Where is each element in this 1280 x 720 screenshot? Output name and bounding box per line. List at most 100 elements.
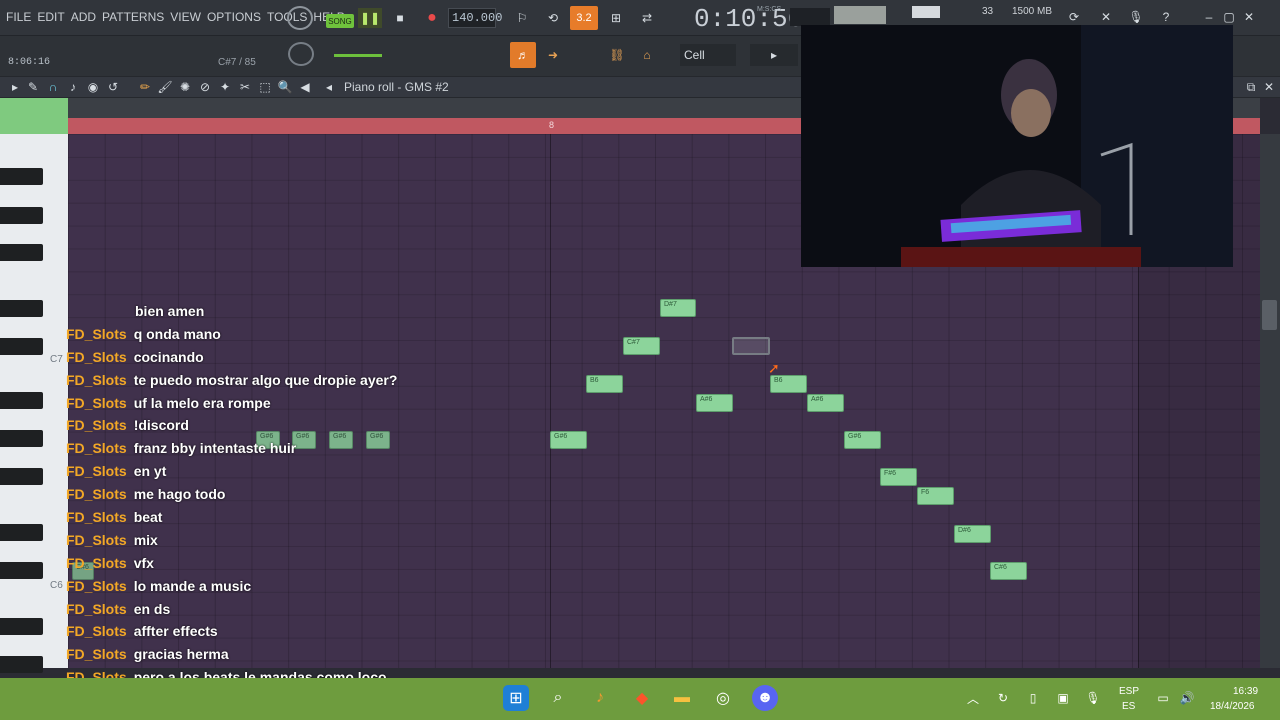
piano-keyboard[interactable]: C7 C6: [0, 134, 68, 673]
countdown-icon[interactable]: ⟲: [540, 8, 566, 28]
black-key[interactable]: [0, 468, 43, 485]
menu-patterns[interactable]: PATTERNS: [102, 10, 164, 24]
undo-icon[interactable]: ↺: [106, 79, 120, 95]
step-edit-button[interactable]: 3.2: [570, 6, 598, 30]
slice-tool-icon[interactable]: ✂: [238, 79, 252, 95]
black-key[interactable]: [0, 300, 43, 317]
tempo-display[interactable]: 140.000: [448, 8, 502, 28]
menu-view[interactable]: VIEW: [170, 10, 201, 24]
microphone-tray-icon[interactable]: 🎙: [1080, 685, 1106, 711]
minimize-icon[interactable]: –: [1200, 8, 1218, 26]
wrench-icon[interactable]: ✎: [26, 79, 40, 95]
piano-roll-close-icon[interactable]: ✕: [1262, 79, 1276, 95]
stop-button[interactable]: ■: [390, 8, 410, 28]
black-key[interactable]: [0, 392, 43, 409]
record-mode-icon[interactable]: ◉: [86, 79, 100, 95]
chat-text: q onda mano: [133, 325, 221, 342]
arrow-tool-icon[interactable]: ➜: [540, 42, 566, 68]
song-mode-toggle[interactable]: SONG: [326, 14, 354, 28]
chat-message: FD_Slots franz bby intentaste huir: [66, 437, 397, 460]
menu-options[interactable]: OPTIONS: [207, 10, 261, 24]
note-block[interactable]: A#6: [696, 394, 733, 412]
bar-marker: 8: [549, 120, 555, 130]
note-block[interactable]: D#6: [954, 525, 991, 543]
note-block[interactable]: G#6: [844, 431, 881, 449]
windows-start-icon[interactable]: ⊞: [503, 685, 529, 711]
note-block[interactable]: G#6: [550, 431, 587, 449]
clock-time[interactable]: 16:39: [1233, 686, 1258, 697]
note-block[interactable]: A#6: [807, 394, 844, 412]
note-block[interactable]: C#7: [623, 337, 660, 355]
monitor-icon[interactable]: ▭: [1150, 685, 1176, 711]
note-block[interactable]: F#6: [880, 468, 917, 486]
chat-text: beat: [133, 509, 163, 526]
blend-notes-icon[interactable]: ⊞: [604, 8, 628, 28]
obs-icon[interactable]: ◎: [710, 685, 736, 711]
search-icon[interactable]: ⌕: [545, 685, 571, 711]
plugin-icon[interactable]: ⌂: [634, 42, 660, 68]
record-button[interactable]: ●: [422, 8, 442, 28]
note-block[interactable]: B6: [586, 375, 623, 393]
language-indicator[interactable]: ESP: [1119, 686, 1139, 697]
menu-file[interactable]: FILE: [6, 10, 31, 24]
menu-add[interactable]: ADD: [71, 10, 96, 24]
playback-tool-icon[interactable]: ◀: [298, 79, 312, 95]
menu-arrow-icon[interactable]: ▸: [8, 79, 22, 95]
black-key[interactable]: [0, 656, 43, 673]
black-key[interactable]: [0, 244, 43, 261]
snap-selector[interactable]: Cell: [680, 44, 736, 66]
black-key[interactable]: [0, 524, 43, 541]
note-icon[interactable]: ♪: [66, 79, 80, 95]
pattern-selector[interactable]: ▸: [750, 44, 798, 66]
tray-chevron-icon[interactable]: ︿: [960, 685, 986, 711]
metronome-icon[interactable]: ⚐: [510, 8, 534, 28]
clock-date[interactable]: 18/4/2026: [1210, 701, 1255, 712]
keyboard-layout[interactable]: ES: [1122, 701, 1135, 712]
piano-icon[interactable]: ♬: [510, 42, 536, 68]
app-tray-icon[interactable]: ▣: [1050, 685, 1076, 711]
black-key[interactable]: [0, 338, 43, 355]
master-volume-knob[interactable]: [287, 6, 313, 30]
black-key[interactable]: [0, 207, 43, 224]
detach-icon[interactable]: ⧉: [1244, 79, 1258, 95]
note-block[interactable]: D#7: [660, 299, 696, 317]
battery-icon[interactable]: ▯: [1020, 685, 1046, 711]
time-display[interactable]: 0:10:56: [694, 4, 803, 34]
note-ghost-selection[interactable]: [732, 337, 770, 355]
pitch-knob[interactable]: [288, 42, 314, 66]
delete-tool-icon[interactable]: ✺: [178, 79, 192, 95]
discord-icon[interactable]: ☻: [752, 685, 778, 711]
scrollbar-thumb[interactable]: [1262, 300, 1277, 330]
chat-text: vfx: [133, 554, 154, 571]
black-key[interactable]: [0, 430, 43, 447]
fl-studio-taskbar-icon[interactable]: ♪: [587, 685, 613, 711]
chat-message: FD_Slots uf la melo era rompe: [66, 392, 397, 415]
master-pitch-slider[interactable]: [334, 54, 382, 57]
select-tool-icon[interactable]: ⬚: [258, 79, 272, 95]
sync-icon[interactable]: ↻: [990, 685, 1016, 711]
pause-button[interactable]: ❚❚: [358, 8, 382, 28]
file-explorer-icon[interactable]: ▬: [669, 685, 695, 711]
menu-edit[interactable]: EDIT: [37, 10, 64, 24]
magnet-icon[interactable]: ∩: [46, 79, 60, 95]
link-icon[interactable]: ⛓: [604, 42, 630, 68]
slip-tool-icon[interactable]: ✦: [218, 79, 232, 95]
hint-note: C#7 / 85: [218, 57, 256, 68]
brush-icon[interactable]: 🖌: [157, 79, 172, 95]
pencil-icon[interactable]: ✏: [138, 79, 152, 95]
loop-record-icon[interactable]: ⇄: [635, 8, 659, 28]
note-block[interactable]: C#6: [990, 562, 1027, 580]
brave-browser-icon[interactable]: ◆: [629, 685, 655, 711]
note-block[interactable]: F6: [917, 487, 954, 505]
black-key[interactable]: [0, 562, 43, 579]
collapse-arrow-icon[interactable]: ◂: [322, 79, 336, 95]
close-icon[interactable]: ✕: [1240, 8, 1258, 26]
black-key[interactable]: [0, 168, 43, 185]
volume-icon[interactable]: 🔊: [1174, 685, 1200, 711]
vertical-scrollbar[interactable]: [1260, 134, 1280, 668]
mute-tool-icon[interactable]: ⊘: [198, 79, 212, 95]
chat-text: franz bby intentaste huir: [133, 440, 297, 457]
black-key[interactable]: [0, 618, 43, 635]
maximize-icon[interactable]: ▢: [1220, 8, 1238, 26]
zoom-tool-icon[interactable]: 🔍: [278, 79, 293, 95]
